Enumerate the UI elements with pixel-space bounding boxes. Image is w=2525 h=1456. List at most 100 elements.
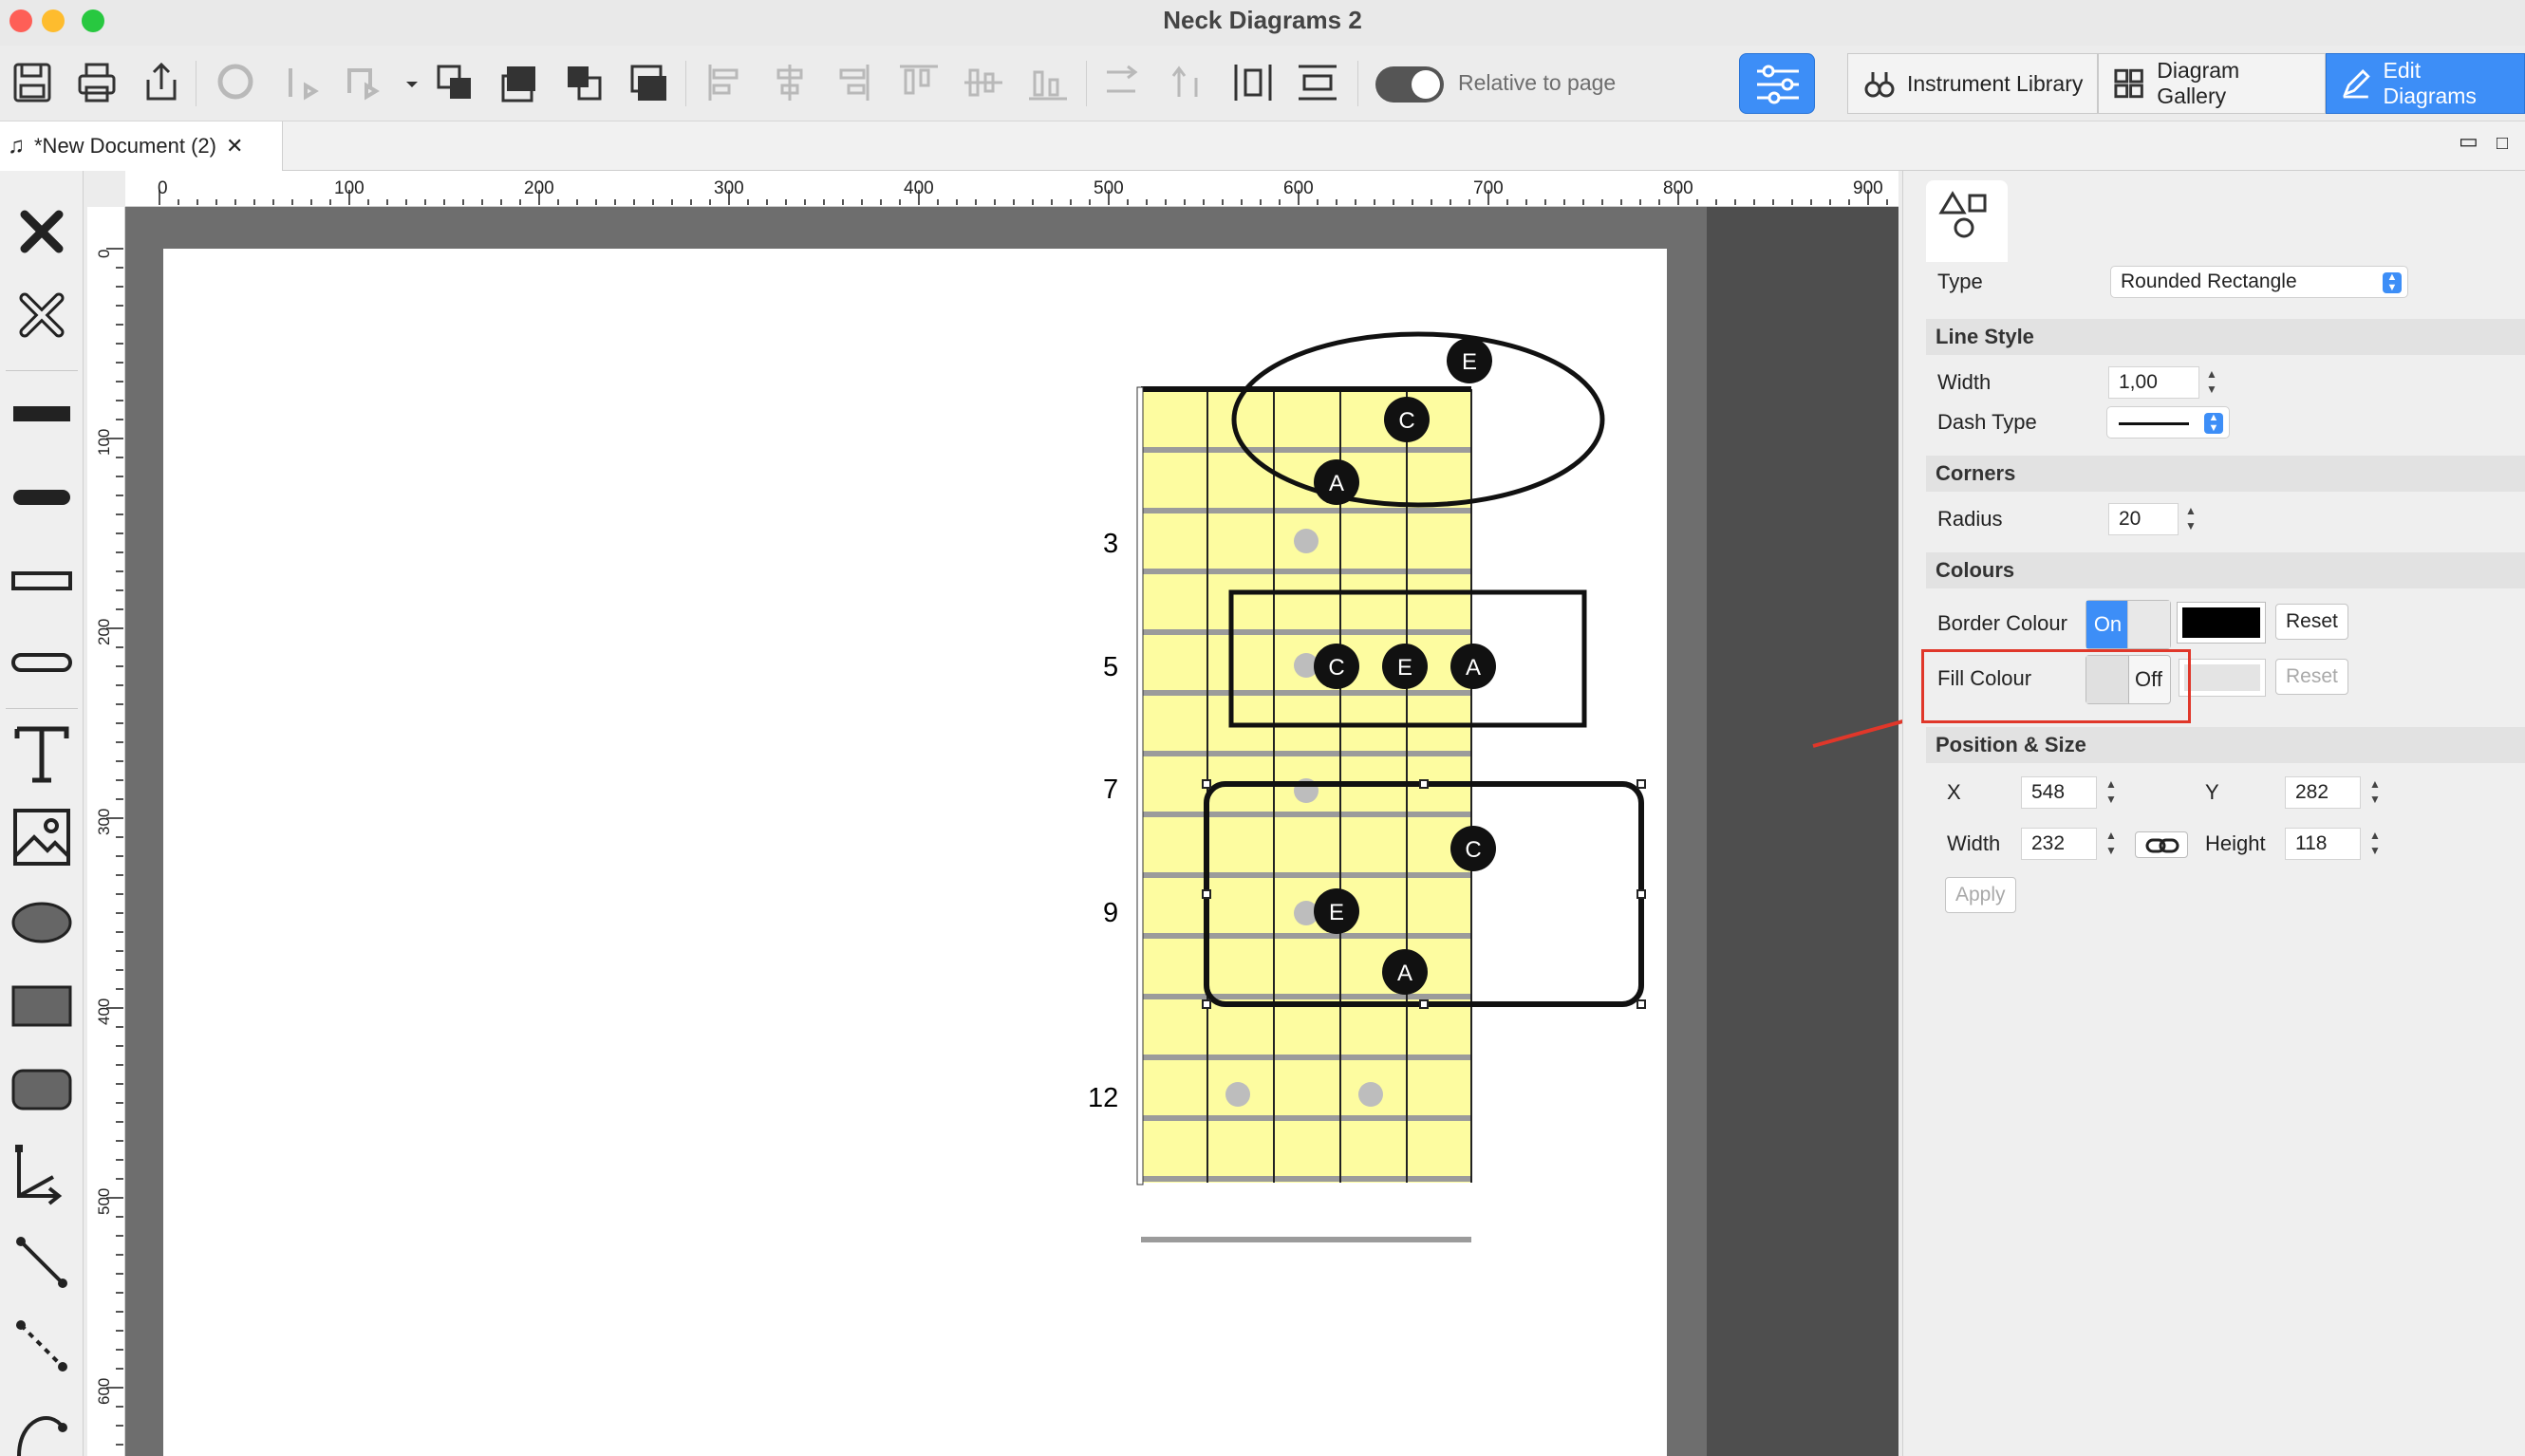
document-page[interactable]: 3 5 7 9 12 E C A C E A C E A: [163, 249, 1667, 1456]
note-label: E: [1329, 900, 1344, 925]
document-music-icon: ♫: [8, 133, 25, 159]
chevron-updown-icon: ▲ ▼: [2204, 413, 2223, 434]
audio-icon[interactable]: [213, 59, 262, 106]
fill-colour-well: [2179, 659, 2266, 697]
grid-icon: [2114, 68, 2143, 99]
sliders-icon: [1757, 65, 1799, 104]
annotation-highlight-box: [1921, 649, 2191, 723]
border-colour-reset-button[interactable]: Reset: [2275, 604, 2348, 640]
type-select[interactable]: Rounded Rectangle ▲ ▼: [2110, 266, 2408, 298]
window-title: Neck Diagrams 2: [1163, 6, 1362, 34]
inspector-settings-button[interactable]: [1739, 53, 1815, 114]
fret-bar-icon[interactable]: [4, 376, 80, 452]
lock-aspect-button[interactable]: [2135, 831, 2188, 858]
fill-colour-reset-button[interactable]: Reset: [2275, 659, 2348, 695]
delete-icon[interactable]: [4, 194, 80, 270]
line-tool-icon[interactable]: [4, 1224, 80, 1300]
edit-diagrams-button[interactable]: Edit Diagrams: [2326, 53, 2525, 114]
align-left-icon[interactable]: [701, 59, 750, 106]
canvas-margin: [1707, 207, 1898, 1456]
border-colour-well[interactable]: [2177, 602, 2266, 644]
delete-outline-icon[interactable]: [4, 277, 80, 353]
minimize-panel-icon[interactable]: ▭: [2459, 129, 2478, 154]
play-icon[interactable]: [277, 59, 327, 106]
ruler-label: 100: [95, 428, 113, 456]
diagram-gallery-label: Diagram Gallery: [2157, 58, 2240, 108]
y-stepper[interactable]: ▲ ▼: [2366, 776, 2384, 809]
border-colour-label: Border Colour: [1937, 611, 2067, 635]
maximize-panel-icon[interactable]: □: [2497, 133, 2508, 155]
distribute-horizontal-icon[interactable]: [1099, 59, 1149, 106]
relative-to-page-toggle[interactable]: [1375, 66, 1444, 103]
line-style-header: Line Style: [1926, 319, 2525, 355]
border-colour-switch[interactable]: On: [2085, 600, 2171, 649]
music-notes-icon[interactable]: [338, 59, 387, 106]
y-field[interactable]: 282: [2285, 776, 2361, 809]
app-window: Neck Diagrams 2 Relative to page Instrum…: [0, 0, 2525, 1456]
solid-line-icon: [2119, 422, 2189, 425]
radius-stepper[interactable]: ▲ ▼: [2182, 503, 2199, 535]
radius-field[interactable]: 20: [2108, 503, 2179, 535]
ruler-label: 800: [1663, 178, 1693, 198]
diagram-gallery-button[interactable]: Diagram Gallery: [2098, 53, 2326, 114]
text-tool-icon[interactable]: [4, 716, 80, 792]
align-middle-icon[interactable]: [959, 59, 1008, 106]
rectangle-tool-icon[interactable]: [4, 968, 80, 1044]
document-tab[interactable]: ♫ *New Document (2) ✕: [0, 121, 283, 171]
line-width-stepper[interactable]: ▲ ▼: [2203, 366, 2220, 399]
note-label: E: [1462, 349, 1477, 375]
height-stepper[interactable]: ▲ ▼: [2366, 828, 2384, 860]
outline-bar-icon[interactable]: [4, 543, 80, 619]
ruler-label: 200: [95, 618, 113, 645]
space-vertical-icon[interactable]: [1293, 59, 1342, 106]
instrument-library-label: Instrument Library: [1907, 70, 2084, 96]
bring-to-front-icon[interactable]: [431, 59, 480, 106]
chevron-down-icon[interactable]: [387, 59, 418, 106]
canvas-area[interactable]: 3 5 7 9 12 E C A C E A C E A: [125, 207, 1898, 1456]
height-field[interactable]: 118: [2285, 828, 2361, 860]
ruler-label: 400: [95, 998, 113, 1025]
width-stepper[interactable]: ▲ ▼: [2103, 828, 2120, 860]
x-field[interactable]: 548: [2021, 776, 2097, 809]
x-stepper[interactable]: ▲ ▼: [2103, 776, 2120, 809]
align-right-icon[interactable]: [828, 59, 877, 106]
curve-tool-icon[interactable]: [4, 1390, 80, 1456]
type-label: Type: [1937, 270, 1983, 293]
align-bottom-icon[interactable]: [1023, 59, 1073, 106]
guitar-icon: [1864, 72, 1895, 98]
dashed-line-tool-icon[interactable]: [4, 1308, 80, 1384]
dash-type-select[interactable]: ▲ ▼: [2106, 406, 2230, 439]
save-icon[interactable]: [8, 59, 57, 106]
arrow-tool-icon[interactable]: [4, 1135, 80, 1211]
fret-label: 3: [1103, 529, 1118, 559]
note-label: A: [1329, 471, 1344, 496]
send-backward-icon[interactable]: [560, 59, 609, 106]
link-icon: [2145, 838, 2179, 853]
apply-button[interactable]: Apply: [1945, 877, 2016, 913]
neck-diagram[interactable]: 3 5 7 9 12 E C A C E A C E A: [163, 249, 1667, 1456]
colours-header: Colours: [1926, 552, 2525, 588]
rounded-bar-icon[interactable]: [4, 459, 80, 535]
note-label: A: [1466, 655, 1481, 681]
line-width-field[interactable]: 1,00: [2108, 366, 2199, 399]
shapes-tab[interactable]: [1926, 180, 2008, 262]
fret-marker: [1294, 529, 1319, 553]
distribute-vertical-icon[interactable]: [1164, 59, 1213, 106]
border-colour-on: On: [2086, 601, 2129, 648]
share-icon[interactable]: [137, 59, 186, 106]
align-center-icon[interactable]: [765, 59, 814, 106]
send-to-back-icon[interactable]: [625, 59, 674, 106]
instrument-library-button[interactable]: Instrument Library: [1847, 53, 2098, 114]
align-top-icon[interactable]: [894, 59, 944, 106]
bring-forward-icon[interactable]: [496, 59, 545, 106]
print-icon[interactable]: [72, 59, 122, 106]
space-horizontal-icon[interactable]: [1228, 59, 1278, 106]
image-tool-icon[interactable]: [4, 799, 80, 875]
outline-rounded-bar-icon[interactable]: [4, 625, 80, 700]
width-field[interactable]: 232: [2021, 828, 2097, 860]
ellipse-tool-icon[interactable]: [4, 885, 80, 961]
close-tab-icon[interactable]: ✕: [226, 134, 243, 159]
rounded-rectangle-tool-icon[interactable]: [4, 1052, 80, 1128]
x-label: X: [1947, 780, 1961, 804]
inspector-panel: Type Rounded Rectangle ▲ ▼ Line Style Wid…: [1902, 171, 2525, 1456]
